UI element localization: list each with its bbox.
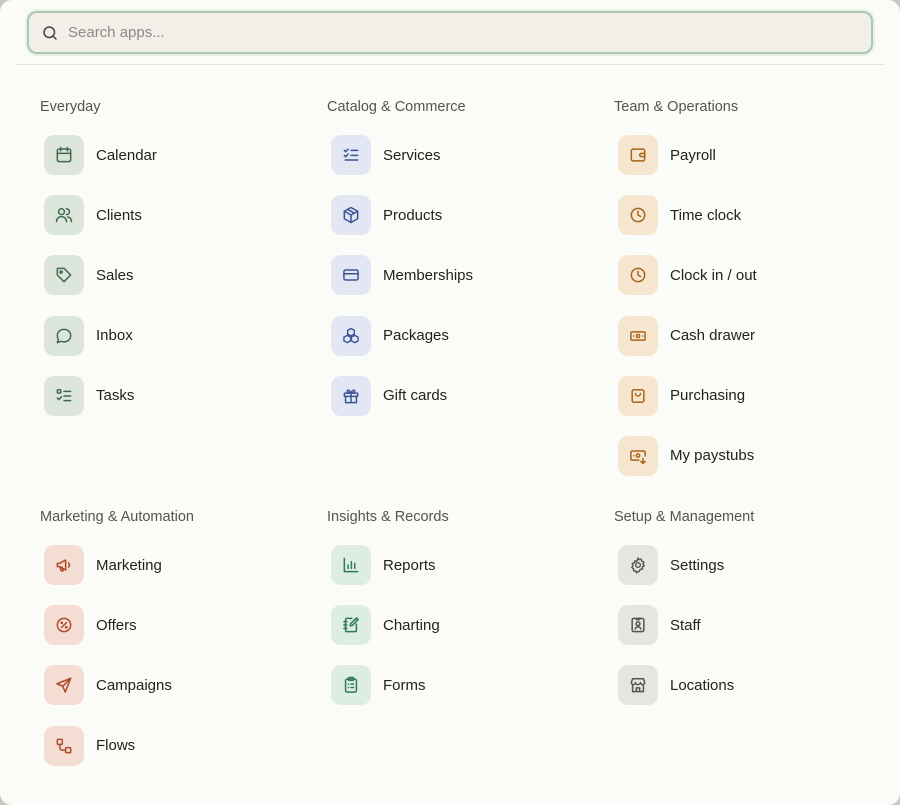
search-box[interactable]: [27, 11, 873, 54]
app-cash-drawer[interactable]: Cash drawer: [614, 315, 874, 356]
message-bubble-icon: [44, 315, 84, 356]
app-locations[interactable]: Locations: [614, 665, 874, 706]
box-icon: [331, 195, 371, 236]
app-sales[interactable]: Sales: [40, 255, 300, 296]
app-label: My paystubs: [670, 447, 755, 465]
search-input[interactable]: [68, 13, 848, 52]
divider: [16, 64, 884, 65]
app-inbox[interactable]: Inbox: [40, 315, 300, 356]
app-label: Clients: [96, 206, 142, 224]
app-offers[interactable]: Offers: [40, 605, 300, 646]
app-label: Cash drawer: [670, 327, 756, 345]
group-insights-records: Insights & Records Reports Charting Form…: [327, 507, 587, 726]
app-label: Staff: [670, 616, 701, 634]
app-charting[interactable]: Charting: [327, 605, 587, 646]
app-label: Packages: [383, 327, 449, 345]
app-flows[interactable]: Flows: [40, 725, 300, 766]
group-team-operations: Team & Operations Payroll Time clock Clo…: [614, 97, 874, 496]
wallet-icon: [618, 135, 658, 175]
group-setup-management: Setup & Management Settings Staff Locati…: [614, 507, 874, 726]
group-marketing-automation: Marketing & Automation Marketing Offers …: [40, 507, 300, 786]
app-label: Memberships: [383, 266, 474, 284]
app-label: Products: [383, 206, 443, 224]
users-icon: [44, 195, 84, 236]
app-label: Tasks: [96, 387, 135, 405]
app-time-clock[interactable]: Time clock: [614, 195, 874, 236]
app-label: Offers: [96, 616, 137, 634]
shopping-bag-icon: [618, 375, 658, 416]
megaphone-icon: [44, 545, 84, 585]
tag-icon: [44, 255, 84, 296]
app-my-paystubs[interactable]: My paystubs: [614, 435, 874, 476]
app-launcher-panel: Everyday Calendar Clients Sales Inbox Ta…: [0, 0, 900, 805]
stacked-boxes-icon: [331, 315, 371, 356]
checklist-icon: [331, 135, 371, 175]
group-title: Team & Operations: [614, 99, 739, 115]
app-memberships[interactable]: Memberships: [327, 255, 587, 296]
clipboard-icon: [331, 665, 371, 706]
flow-icon: [44, 725, 84, 766]
group-everyday: Everyday Calendar Clients Sales Inbox Ta…: [40, 97, 300, 436]
app-label: Purchasing: [670, 387, 746, 405]
group-title: Everyday: [40, 99, 101, 115]
app-label: Locations: [670, 676, 735, 694]
app-staff[interactable]: Staff: [614, 605, 874, 646]
app-clients[interactable]: Clients: [40, 195, 300, 236]
app-label: Campaigns: [96, 676, 172, 694]
group-title: Setup & Management: [614, 509, 755, 525]
clock-icon: [618, 255, 658, 296]
app-label: Time clock: [670, 206, 742, 224]
group-title: Catalog & Commerce: [327, 99, 466, 115]
group-title: Insights & Records: [327, 509, 449, 525]
app-label: Clock in / out: [670, 266, 757, 284]
app-label: Payroll: [670, 146, 716, 164]
app-settings[interactable]: Settings: [614, 545, 874, 585]
app-products[interactable]: Products: [327, 195, 587, 236]
app-label: Calendar: [96, 146, 157, 164]
app-packages[interactable]: Packages: [327, 315, 587, 356]
app-gift-cards[interactable]: Gift cards: [327, 375, 587, 416]
app-label: Services: [383, 146, 441, 164]
app-reports[interactable]: Reports: [327, 545, 587, 585]
clock-icon: [618, 195, 658, 236]
app-label: Reports: [383, 556, 436, 574]
app-payroll[interactable]: Payroll: [614, 135, 874, 175]
app-label: Settings: [670, 556, 725, 574]
search-icon: [43, 26, 57, 40]
app-label: Forms: [383, 676, 426, 694]
group-catalog-commerce: Catalog & Commerce Services Products Mem…: [327, 97, 587, 436]
app-label: Inbox: [96, 327, 133, 345]
app-label: Charting: [383, 616, 440, 634]
discount-badge-icon: [44, 605, 84, 646]
app-clock-in-out[interactable]: Clock in / out: [614, 255, 874, 296]
app-label: Flows: [96, 737, 136, 755]
app-calendar[interactable]: Calendar: [40, 135, 300, 175]
paystub-icon: [618, 435, 658, 476]
app-campaigns[interactable]: Campaigns: [40, 665, 300, 706]
store-icon: [618, 665, 658, 706]
checklist-icon: [44, 375, 84, 416]
bar-chart-icon: [331, 545, 371, 585]
app-services[interactable]: Services: [327, 135, 587, 175]
gear-icon: [618, 545, 658, 585]
card-icon: [331, 255, 371, 296]
id-badge-icon: [618, 605, 658, 646]
gift-icon: [331, 375, 371, 416]
app-label: Gift cards: [383, 387, 448, 405]
app-marketing[interactable]: Marketing: [40, 545, 300, 585]
calendar-icon: [44, 135, 84, 175]
app-forms[interactable]: Forms: [327, 665, 587, 706]
notebook-pen-icon: [331, 605, 371, 646]
app-purchasing[interactable]: Purchasing: [614, 375, 874, 416]
send-icon: [44, 665, 84, 706]
group-title: Marketing & Automation: [40, 509, 194, 525]
cash-icon: [618, 315, 658, 356]
app-label: Marketing: [96, 556, 162, 574]
app-label: Sales: [96, 266, 134, 284]
app-tasks[interactable]: Tasks: [40, 375, 300, 416]
